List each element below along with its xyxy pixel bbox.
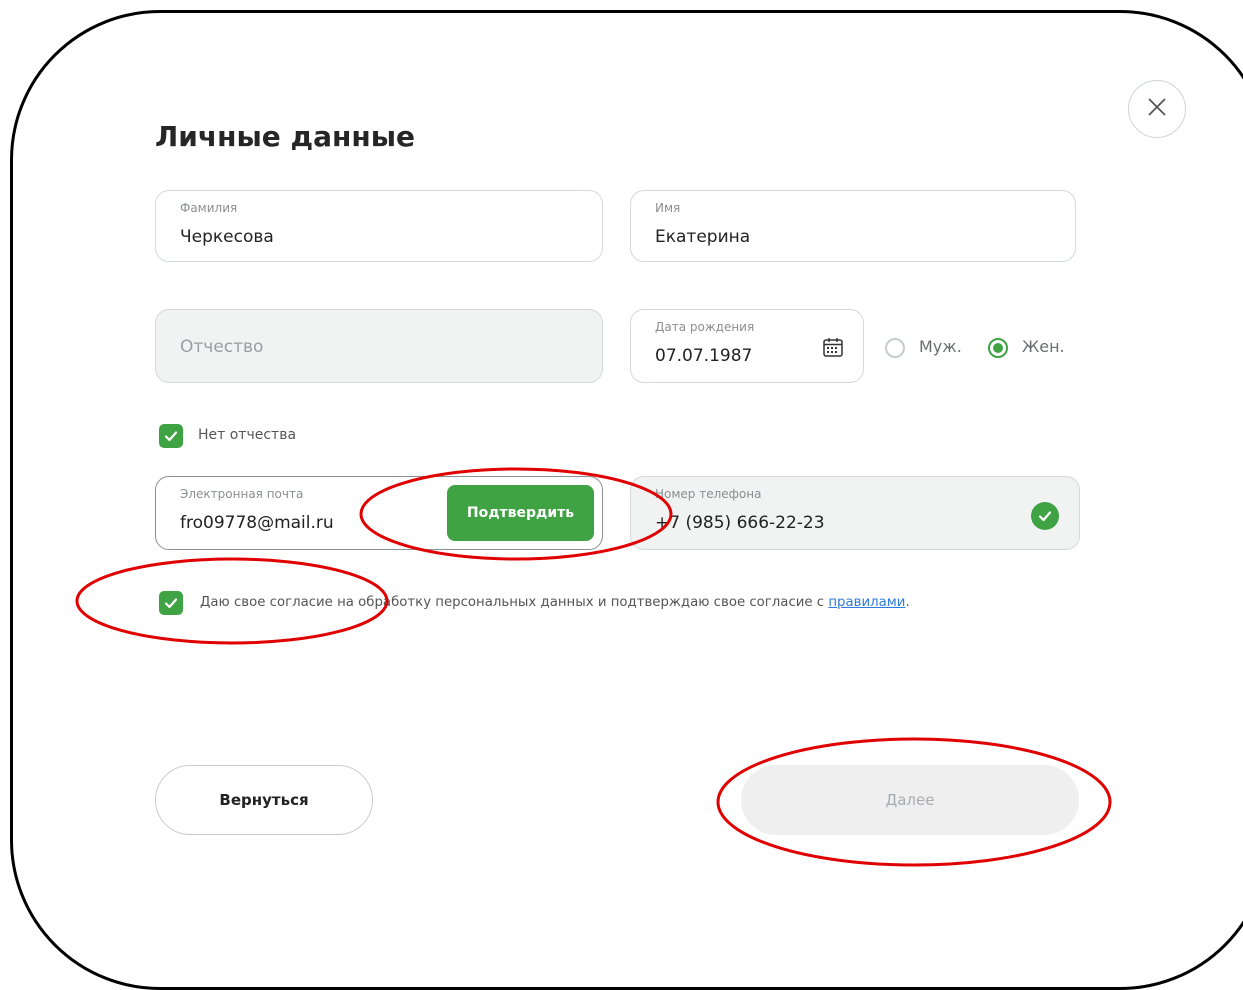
birth-date-value: 07.07.1987 [655, 346, 753, 366]
phone-label: Номер телефона [655, 487, 762, 501]
last-name-value: Черкесова [180, 227, 274, 247]
rules-link[interactable]: правилами [828, 595, 905, 610]
email-label: Электронная почта [180, 487, 304, 501]
no-middle-name-label: Нет отчества [198, 427, 297, 443]
gender-male-label: Муж. [919, 337, 962, 356]
email-value: fro09778@mail.ru [180, 513, 334, 533]
last-name-field[interactable]: Фамилия Черкесова [155, 190, 603, 262]
first-name-field[interactable]: Имя Екатерина [630, 190, 1076, 262]
phone-value: +7 (985) 666-22-23 [655, 513, 825, 533]
gender-male-radio[interactable] [885, 338, 905, 358]
first-name-value: Екатерина [655, 227, 751, 247]
calendar-icon[interactable] [822, 336, 844, 362]
middle-name-field[interactable]: Отчество [155, 309, 603, 383]
page-title: Личные данные [155, 120, 416, 153]
last-name-label: Фамилия [180, 201, 238, 215]
back-button[interactable]: Вернуться [155, 765, 373, 835]
birth-date-field[interactable]: Дата рождения 07.07.1987 [630, 309, 864, 383]
middle-name-placeholder: Отчество [180, 337, 264, 357]
gender-female-label: Жен. [1022, 337, 1065, 356]
phone-verified-icon [1031, 502, 1059, 530]
phone-field[interactable]: Номер телефона +7 (985) 666-22-23 [630, 476, 1080, 550]
confirm-email-button[interactable]: Подтвердить [447, 485, 594, 541]
gender-female-radio[interactable] [988, 338, 1008, 358]
next-button[interactable]: Далее [741, 765, 1079, 835]
no-middle-name-checkbox[interactable] [159, 424, 183, 448]
first-name-label: Имя [655, 201, 681, 215]
close-button[interactable] [1128, 80, 1186, 138]
check-icon [164, 598, 178, 609]
birth-date-label: Дата рождения [655, 320, 755, 334]
consent-checkbox[interactable] [159, 591, 183, 615]
consent-text: Даю свое согласие на обработку персональ… [200, 595, 829, 610]
consent-label: Даю свое согласие на обработку персональ… [200, 595, 910, 610]
close-icon [1146, 96, 1168, 122]
check-icon [164, 431, 178, 442]
consent-suffix: . [905, 595, 910, 610]
